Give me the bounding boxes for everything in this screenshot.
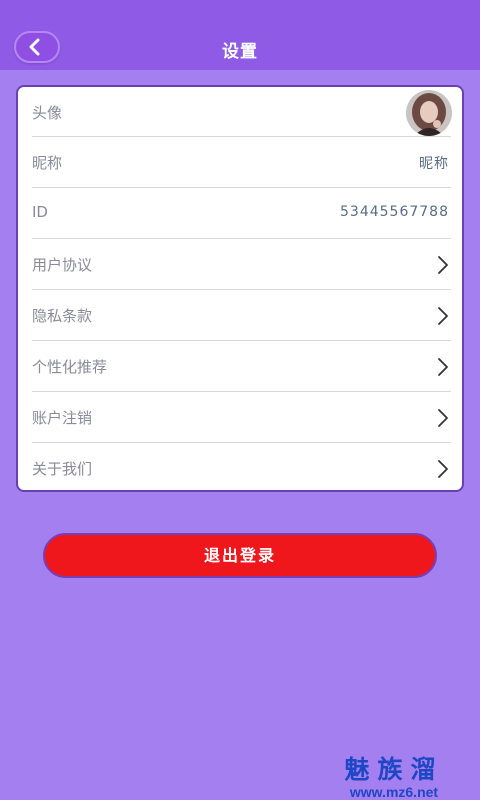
page-title: 设置 [222, 42, 258, 62]
id-label: ID [32, 203, 48, 221]
id-row: ID 53445567788 [18, 188, 462, 239]
menu-item-label: 隐私条款 [32, 307, 93, 325]
nickname-value: 昵称 [419, 156, 449, 172]
chevron-right-icon [438, 460, 448, 478]
nickname-label: 昵称 [32, 154, 63, 172]
settings-card: 头像 昵称 昵称 ID 53445567788 用户协议 隐私条款 个性化推荐 … [16, 85, 464, 492]
chevron-right-icon [438, 358, 448, 376]
menu-item-label: 关于我们 [32, 460, 93, 478]
watermark: 魅族溜 www.mz6.net [324, 756, 464, 800]
menu-item-account-deletion[interactable]: 账户注销 [18, 392, 462, 443]
nickname-row[interactable]: 昵称 昵称 [18, 137, 462, 188]
menu-item-user-agreement[interactable]: 用户协议 [18, 239, 462, 290]
header-bar: 设置 [0, 0, 480, 70]
watermark-title: 魅族溜 [344, 755, 444, 784]
avatar-row[interactable]: 头像 [18, 87, 462, 138]
avatar[interactable] [406, 90, 452, 136]
menu-item-label: 用户协议 [32, 256, 93, 274]
logout-button[interactable]: 退出登录 [43, 533, 437, 578]
avatar-label: 头像 [32, 104, 63, 122]
watermark-url: www.mz6.net [349, 784, 439, 800]
chevron-right-icon [438, 409, 448, 427]
menu-item-about-us[interactable]: 关于我们 [18, 443, 462, 494]
menu-item-privacy-policy[interactable]: 隐私条款 [18, 290, 462, 341]
menu-item-label: 账户注销 [32, 409, 93, 427]
chevron-right-icon [438, 307, 448, 325]
menu-item-personalized-recommendation[interactable]: 个性化推荐 [18, 341, 462, 392]
id-value: 53445567788 [340, 204, 449, 220]
chevron-right-icon [438, 256, 448, 274]
menu-item-label: 个性化推荐 [32, 358, 108, 376]
